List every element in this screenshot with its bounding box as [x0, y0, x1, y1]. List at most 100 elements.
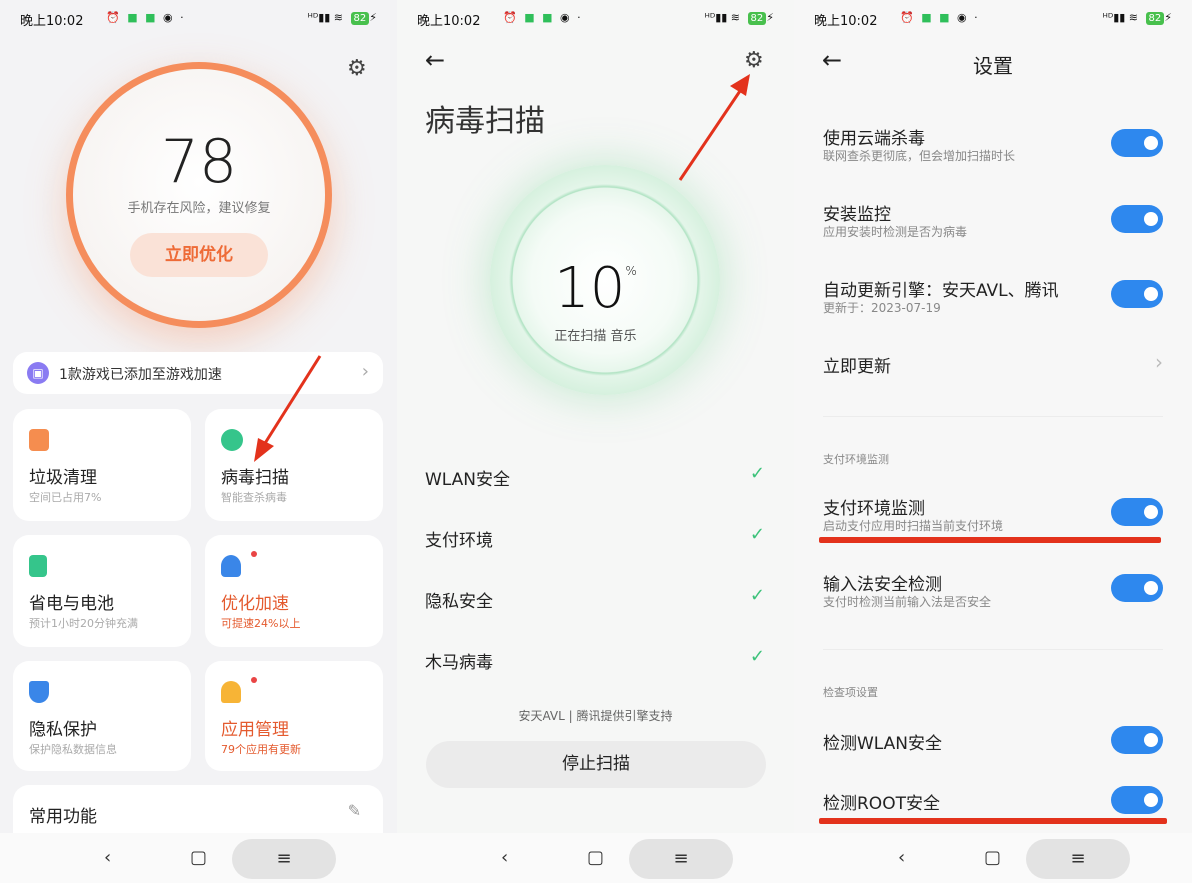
android-icon — [221, 681, 241, 703]
notification-icons: ⏰ ■ ■ ◉ · — [900, 11, 980, 24]
section-label-payment: 支付环境监测 — [823, 453, 889, 466]
setting-title: 自动更新引擎：安天AVL、腾讯 — [823, 281, 1059, 301]
nav-recents-icon[interactable]: ≡ — [629, 839, 733, 879]
security-home-screen: 晚上10:02 ⏰ ■ ■ ◉ · ᴴᴰ▮▮ ≋ 82 ⚡ ⚙ 78 手机存在风险… — [0, 0, 397, 883]
setting-check-root: 检测ROOT安全 — [823, 786, 1163, 819]
status-right-icons: ᴴᴰ▮▮ ≋ 82 ⚡ — [1102, 11, 1172, 25]
annotation-underline — [819, 818, 1167, 824]
cloud-scan-toggle[interactable] — [1111, 129, 1163, 157]
back-arrow-icon[interactable]: ← — [425, 46, 445, 74]
card-privacy[interactable]: 隐私保护 保护隐私数据信息 — [13, 661, 191, 771]
security-score-ring: 78 手机存在风险，建议修复 立即优化 — [66, 62, 332, 328]
check-item: WLAN安全 ✓ — [425, 463, 765, 490]
card-title: 隐私保护 — [29, 720, 97, 740]
status-bar: 晚上10:02 ⏰ ■ ■ ◉ · ᴴᴰ▮▮ ≋ 82 ⚡ — [417, 8, 774, 29]
chevron-right-icon: › — [1155, 350, 1163, 374]
nav-home-icon[interactable]: ▢ — [190, 847, 207, 868]
check-label: 支付环境 — [425, 531, 493, 551]
status-right-icons: ᴴᴰ▮▮ ≋ 82 ⚡ — [307, 11, 377, 25]
scan-progress-value: 10% — [554, 256, 637, 321]
navigation-bar: ‹ ▢ ≡ — [0, 833, 397, 883]
annotation-arrow — [254, 355, 322, 462]
payment-monitor-toggle[interactable] — [1111, 498, 1163, 526]
card-subtitle: 预计1小时20分钟充满 — [29, 617, 138, 630]
annotation-underline — [819, 537, 1161, 543]
setting-title: 安装监控 — [823, 205, 891, 225]
status-time: 晚上10:02 — [20, 14, 84, 29]
status-right-icons: ᴴᴰ▮▮ ≋ 82 ⚡ — [704, 11, 774, 25]
status-bar: 晚上10:02 ⏰ ■ ■ ◉ · ᴴᴰ▮▮ ≋ 82 ⚡ — [20, 8, 377, 29]
setting-install-monitor: 安装监控 应用安装时检测是否为病毒 — [823, 200, 1163, 246]
trash-icon — [29, 429, 49, 451]
status-time: 晚上10:02 — [417, 14, 481, 29]
card-battery[interactable]: 省电与电池 预计1小时20分钟充满 — [13, 535, 191, 647]
nav-recents-icon[interactable]: ≡ — [232, 839, 336, 879]
card-title: 应用管理 — [221, 720, 289, 740]
nav-back-icon[interactable]: ‹ — [104, 847, 111, 868]
edit-icon[interactable]: ✎ — [348, 801, 361, 820]
setting-subtitle: 启动支付应用时扫描当前支付环境 — [823, 519, 1004, 533]
divider — [823, 416, 1163, 417]
setting-update-now[interactable]: 立即更新 › — [823, 350, 1163, 378]
card-title: 优化加速 — [221, 594, 289, 614]
setting-subtitle: 更新于：2023-07-19 — [823, 301, 941, 315]
card-app-manager[interactable]: 应用管理 79个应用有更新 — [205, 661, 383, 771]
setting-subtitle: 联网查杀更彻底，但会增加扫描时长 — [823, 149, 1016, 163]
battery-icon: 82 — [1145, 12, 1165, 25]
card-subtitle: 保护隐私数据信息 — [29, 743, 117, 756]
card-subtitle: 空间已占用7% — [29, 491, 102, 504]
notification-icons: ⏰ ■ ■ ◉ · — [106, 11, 186, 24]
card-subtitle: 79个应用有更新 — [221, 743, 301, 756]
setting-payment-monitor: 支付环境监测 启动支付应用时扫描当前支付环境 — [823, 494, 1163, 540]
page-title: 设置 — [973, 54, 1013, 78]
nav-recents-icon[interactable]: ≡ — [1026, 839, 1130, 879]
check-label: 隐私安全 — [425, 592, 493, 612]
banner-text: 1款游戏已添加至游戏加速 — [59, 367, 222, 383]
checkmark-icon: ✓ — [749, 585, 765, 606]
red-dot-badge — [251, 677, 257, 683]
nav-back-icon[interactable]: ‹ — [898, 847, 905, 868]
annotation-arrow — [678, 74, 750, 181]
setting-check-wlan: 检测WLAN安全 — [823, 726, 1163, 759]
settings-gear-icon[interactable]: ⚙ — [347, 56, 367, 81]
setting-title: 输入法安全检测 — [823, 575, 942, 595]
nav-home-icon[interactable]: ▢ — [984, 847, 1001, 868]
battery-icon: 82 — [350, 12, 370, 25]
optimize-now-button[interactable]: 立即优化 — [130, 233, 268, 277]
stop-scan-button[interactable]: 停止扫描 — [426, 741, 766, 788]
check-wlan-toggle[interactable] — [1111, 726, 1163, 754]
setting-subtitle: 应用安装时检测是否为病毒 — [823, 225, 968, 239]
setting-auto-update-engine: 自动更新引擎：安天AVL、腾讯 更新于：2023-07-19 — [823, 276, 1163, 322]
nav-back-icon[interactable]: ‹ — [501, 847, 508, 868]
scanning-status: 正在扫描 音乐 — [554, 329, 637, 344]
card-junk-clean[interactable]: 垃圾清理 空间已占用7% — [13, 409, 191, 521]
setting-title: 支付环境监测 — [823, 499, 925, 519]
security-score: 78 — [160, 127, 238, 197]
install-monitor-toggle[interactable] — [1111, 205, 1163, 233]
input-method-toggle[interactable] — [1111, 574, 1163, 602]
setting-title: 检测ROOT安全 — [823, 794, 940, 814]
setting-input-method-check: 输入法安全检测 支付时检测当前输入法是否安全 — [823, 570, 1163, 616]
checkmark-icon: ✓ — [749, 646, 765, 667]
card-subtitle: 可提速24%以上 — [221, 617, 301, 630]
common-functions-title: 常用功能 — [29, 807, 97, 827]
game-controller-icon: ▣ — [27, 362, 49, 384]
battery-icon: 82 — [747, 12, 767, 25]
card-title: 垃圾清理 — [29, 468, 97, 488]
nav-home-icon[interactable]: ▢ — [587, 847, 604, 868]
check-item: 支付环境 ✓ — [425, 524, 765, 551]
virus-scan-screen: 晚上10:02 ⏰ ■ ■ ◉ · ᴴᴰ▮▮ ≋ 82 ⚡ ← ⚙ 病毒扫描 10… — [397, 0, 794, 883]
check-label: 木马病毒 — [425, 653, 493, 673]
card-subtitle: 智能查杀病毒 — [221, 491, 287, 504]
check-label: WLAN安全 — [425, 470, 511, 490]
shield-icon — [29, 681, 49, 703]
setting-title: 使用云端杀毒 — [823, 129, 925, 149]
score-subtitle: 手机存在风险，建议修复 — [127, 201, 271, 216]
auto-update-toggle[interactable] — [1111, 280, 1163, 308]
check-root-toggle[interactable] — [1111, 786, 1163, 814]
page-title: 病毒扫描 — [425, 104, 545, 139]
red-dot-badge — [251, 551, 257, 557]
card-speed-boost[interactable]: 优化加速 可提速24%以上 — [205, 535, 383, 647]
chevron-right-icon: › — [361, 361, 369, 382]
navigation-bar: ‹ ▢ ≡ — [794, 833, 1192, 883]
